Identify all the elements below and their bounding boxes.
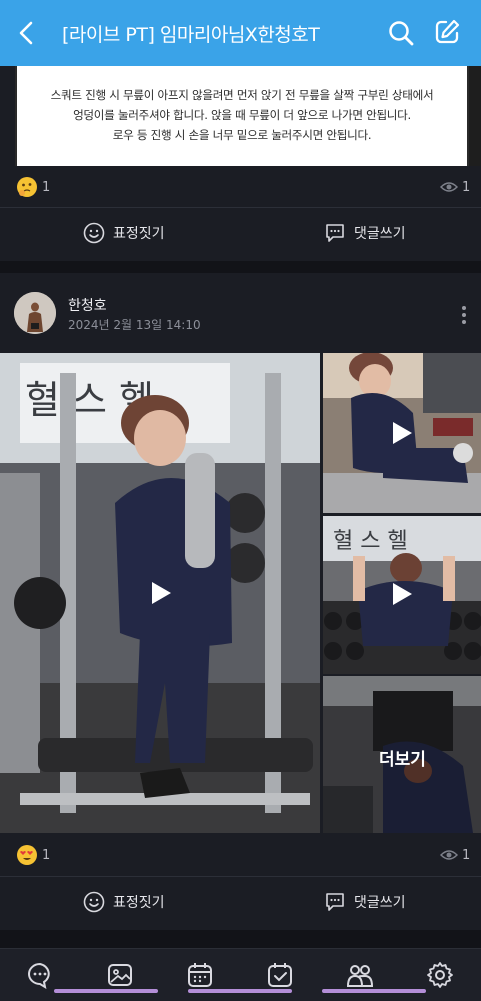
- emotion-label: 표정짓기: [113, 226, 165, 242]
- notice-line: 로우 등 진행 시 손을 너무 밑으로 눌러주시면 안됩니다.: [112, 128, 372, 142]
- comment-label: 댓글쓰기: [354, 895, 406, 911]
- emotion-label: 표정짓기: [113, 895, 165, 911]
- svg-text:혈 스 헬: 혈 스 헬: [333, 529, 408, 554]
- reaction-count: 1: [42, 847, 51, 863]
- reaction-row: 1 1: [0, 167, 481, 207]
- view-count: 1: [462, 179, 471, 195]
- comment-button[interactable]: 댓글쓰기: [324, 222, 406, 244]
- post-actions: 표정짓기 댓글쓰기: [0, 208, 481, 260]
- avatar-image: [14, 292, 56, 334]
- reaction-row: 1 1: [0, 835, 481, 875]
- more-label[interactable]: 더보기: [379, 745, 426, 770]
- chat-icon[interactable]: [26, 961, 54, 989]
- checklist-icon[interactable]: [266, 961, 294, 989]
- photo-icon[interactable]: [106, 961, 134, 989]
- more-options-icon[interactable]: [458, 304, 470, 326]
- author-name[interactable]: 한청호: [68, 295, 107, 315]
- comment-button[interactable]: 댓글쓰기: [324, 891, 406, 913]
- post-separator: [0, 261, 481, 273]
- bottom-navigation: [0, 948, 481, 1001]
- notice-text: 스쿼트 진행 시 무릎이 아프지 않을려면 먼저 앉기 전 무릎을 살짝 구부린…: [17, 66, 467, 166]
- view-count: 1: [462, 847, 471, 863]
- post-image[interactable]: 스쿼트 진행 시 무릎이 아프지 않을려면 먼저 앉기 전 무릎을 살짝 구부린…: [15, 66, 481, 166]
- comment-label: 댓글쓰기: [354, 226, 406, 242]
- play-icon[interactable]: [393, 422, 412, 444]
- post-date: 2024년 2월 13일 14:10: [68, 318, 201, 332]
- members-icon[interactable]: [346, 961, 374, 989]
- video-thumbnail[interactable]: 혈 스 헬: [0, 353, 320, 833]
- post-separator: [0, 930, 481, 948]
- nav-indicator: [54, 989, 158, 993]
- smiley-icon: [83, 891, 105, 913]
- search-icon[interactable]: [387, 19, 415, 47]
- back-arrow-icon[interactable]: [14, 20, 40, 46]
- reaction-count: 1: [42, 179, 51, 195]
- nav-indicator: [322, 989, 426, 993]
- nav-indicator: [188, 989, 292, 993]
- play-icon[interactable]: [152, 582, 171, 604]
- heart-eyes-emoji-icon[interactable]: [16, 844, 38, 866]
- smiley-icon: [83, 222, 105, 244]
- app-header: [라이브 PT] 임마리아님X한청호T: [0, 0, 481, 66]
- comment-icon: [326, 893, 344, 911]
- notice-line: 엉덩이를 눌러주셔야 합니다. 앉을 때 무릎이 더 앞으로 나가면 안됩니다.: [73, 108, 411, 122]
- calendar-icon[interactable]: [186, 961, 214, 989]
- eye-icon: [440, 850, 458, 860]
- compose-icon[interactable]: [433, 18, 461, 46]
- eye-icon: [440, 182, 458, 192]
- settings-icon[interactable]: [426, 961, 454, 989]
- chat-room-title: [라이브 PT] 임마리아님X한청호T: [62, 24, 320, 46]
- video-thumbnail[interactable]: [323, 353, 481, 513]
- emotion-button[interactable]: 표정짓기: [83, 891, 165, 913]
- image-edge: [469, 66, 481, 166]
- thinking-emoji-icon[interactable]: [16, 176, 38, 198]
- avatar[interactable]: [14, 292, 56, 334]
- video-thumbnail[interactable]: 혈 스 헬: [323, 516, 481, 674]
- notice-line: 스쿼트 진행 시 무릎이 아프지 않을려면 먼저 앉기 전 무릎을 살짝 구부린…: [50, 88, 434, 102]
- emotion-button[interactable]: 표정짓기: [83, 222, 165, 244]
- play-icon[interactable]: [393, 583, 412, 605]
- comment-icon: [326, 224, 344, 242]
- post-actions: 표정짓기 댓글쓰기: [0, 877, 481, 929]
